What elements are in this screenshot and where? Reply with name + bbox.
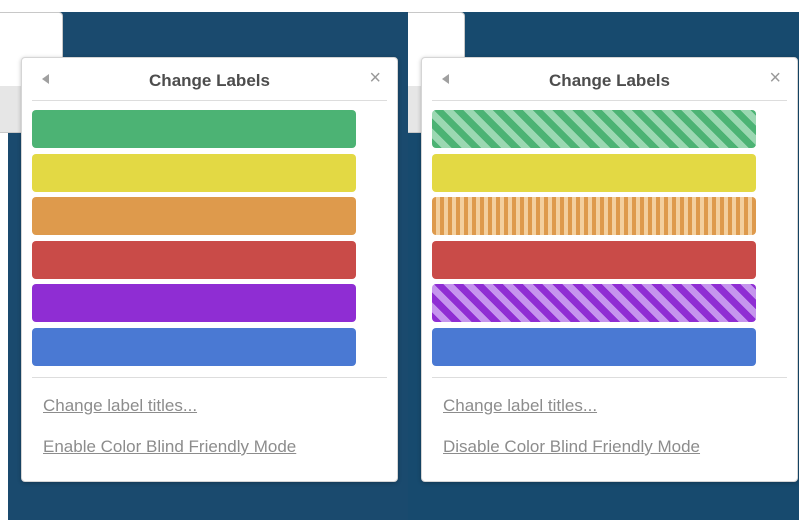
label-orange-striped[interactable] <box>432 197 756 235</box>
label-blue[interactable] <box>432 327 756 366</box>
label-red[interactable] <box>32 240 356 279</box>
popover-header: Change Labels × <box>432 58 787 101</box>
close-icon[interactable]: × <box>369 68 381 88</box>
disable-color-blind-mode-link[interactable]: Disable Color Blind Friendly Mode <box>443 437 700 457</box>
change-label-titles-link[interactable]: Change label titles... <box>43 396 197 416</box>
popover-title: Change Labels <box>549 71 670 90</box>
label-blue[interactable] <box>32 327 356 366</box>
enable-color-blind-mode-link[interactable]: Enable Color Blind Friendly Mode <box>43 437 296 457</box>
label-purple[interactable] <box>32 284 356 322</box>
close-icon[interactable]: × <box>769 68 781 88</box>
divider <box>32 377 387 378</box>
label-list <box>432 110 756 371</box>
label-yellow[interactable] <box>432 153 756 192</box>
list-edge-right <box>408 86 422 133</box>
divider <box>432 377 787 378</box>
list-edge-left <box>0 86 22 133</box>
label-red[interactable] <box>432 240 756 279</box>
change-labels-popover-right: Change Labels × Change label titles... D… <box>421 57 798 482</box>
label-green-striped[interactable] <box>432 110 756 148</box>
label-yellow[interactable] <box>32 153 356 192</box>
label-purple-striped[interactable] <box>432 284 756 322</box>
change-labels-popover-left: Change Labels × Change label titles... E… <box>21 57 398 482</box>
label-list <box>32 110 356 371</box>
label-green[interactable] <box>32 110 356 148</box>
label-orange[interactable] <box>32 197 356 235</box>
popover-title: Change Labels <box>149 71 270 90</box>
popover-header: Change Labels × <box>32 58 387 101</box>
change-label-titles-link[interactable]: Change label titles... <box>443 396 597 416</box>
